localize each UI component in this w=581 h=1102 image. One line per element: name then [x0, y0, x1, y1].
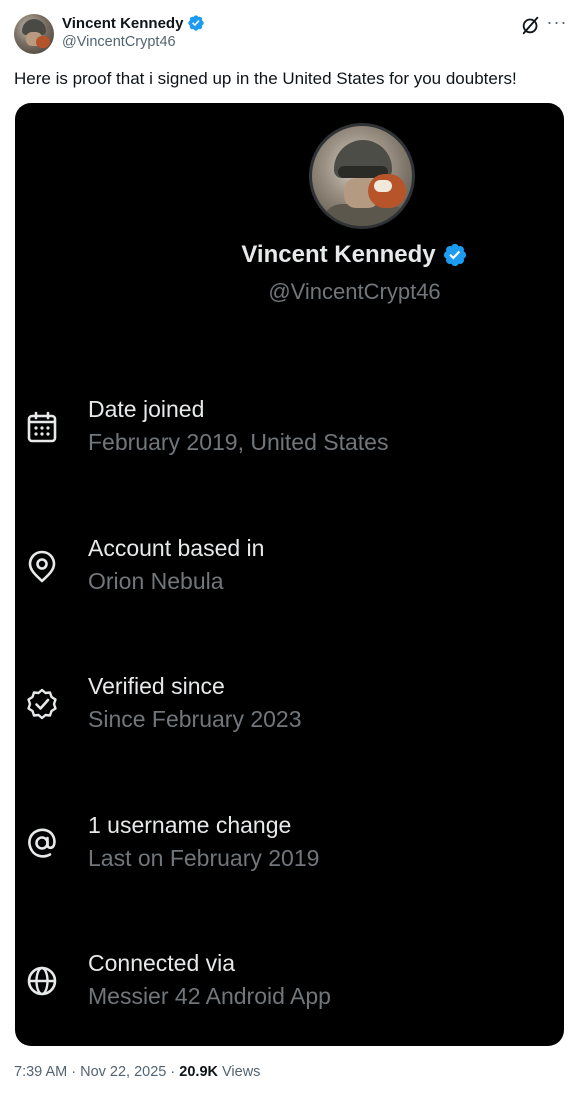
info-row-connected-via: Connected via Messier 42 Android App [15, 950, 564, 1020]
info-value: February 2019, United States [88, 429, 389, 455]
info-title: 1 username change [88, 812, 292, 838]
tweet-meta: 7:39 AM · Nov 22, 2025 · 20.9K Views [14, 1064, 260, 1080]
info-row-verified-since: Verified since Since February 2023 [15, 673, 564, 743]
info-value: Orion Nebula [88, 568, 224, 594]
tweet-page: Vincent Kennedy @VincentCrypt46 ··· Here… [0, 0, 581, 1102]
info-title: Account based in [88, 535, 265, 561]
verified-badge-icon [188, 15, 205, 31]
tweet-time[interactable]: 7:39 AM [14, 1064, 67, 1080]
profile-name: Vincent Kennedy [241, 241, 436, 268]
author-handle[interactable]: @VincentCrypt46 [62, 34, 176, 50]
info-title: Date joined [88, 396, 205, 422]
info-title: Connected via [88, 950, 236, 976]
verified-seal-icon [27, 688, 57, 720]
profile-avatar [309, 123, 415, 229]
location-pin-icon [28, 550, 56, 583]
views-label: Views [222, 1064, 261, 1080]
profile-name-row: Vincent Kennedy [15, 241, 564, 269]
views-count[interactable]: 20.9K [179, 1064, 218, 1080]
at-sign-icon [28, 828, 56, 858]
info-value: Messier 42 Android App [88, 983, 331, 1009]
grok-icon[interactable] [520, 14, 542, 36]
author-name[interactable]: Vincent Kennedy [62, 15, 183, 32]
author-name-row[interactable]: Vincent Kennedy [62, 14, 205, 32]
more-options-icon[interactable]: ··· [545, 12, 569, 36]
meta-separator: · [71, 1064, 77, 1080]
info-value: Last on February 2019 [88, 845, 320, 871]
tweet-text: Here is proof that i signed up in the Un… [14, 69, 517, 88]
info-row-account-based-in: Account based in Orion Nebula [15, 535, 564, 605]
tweet-date[interactable]: Nov 22, 2025 [80, 1064, 166, 1080]
profile-handle: @VincentCrypt46 [268, 279, 441, 304]
info-value: Since February 2023 [88, 706, 302, 732]
verified-badge-icon [443, 243, 466, 267]
info-row-date-joined: Date joined February 2019, United States [15, 396, 564, 466]
info-row-username-change: 1 username change Last on February 2019 [15, 812, 564, 882]
info-title: Verified since [88, 673, 225, 699]
author-avatar[interactable] [14, 14, 54, 54]
globe-icon [27, 966, 57, 996]
calendar-icon [27, 411, 57, 443]
tweet-media-screenshot[interactable]: Vincent Kennedy @VincentCrypt46 Date joi… [15, 103, 564, 1046]
meta-separator: · [170, 1064, 176, 1080]
